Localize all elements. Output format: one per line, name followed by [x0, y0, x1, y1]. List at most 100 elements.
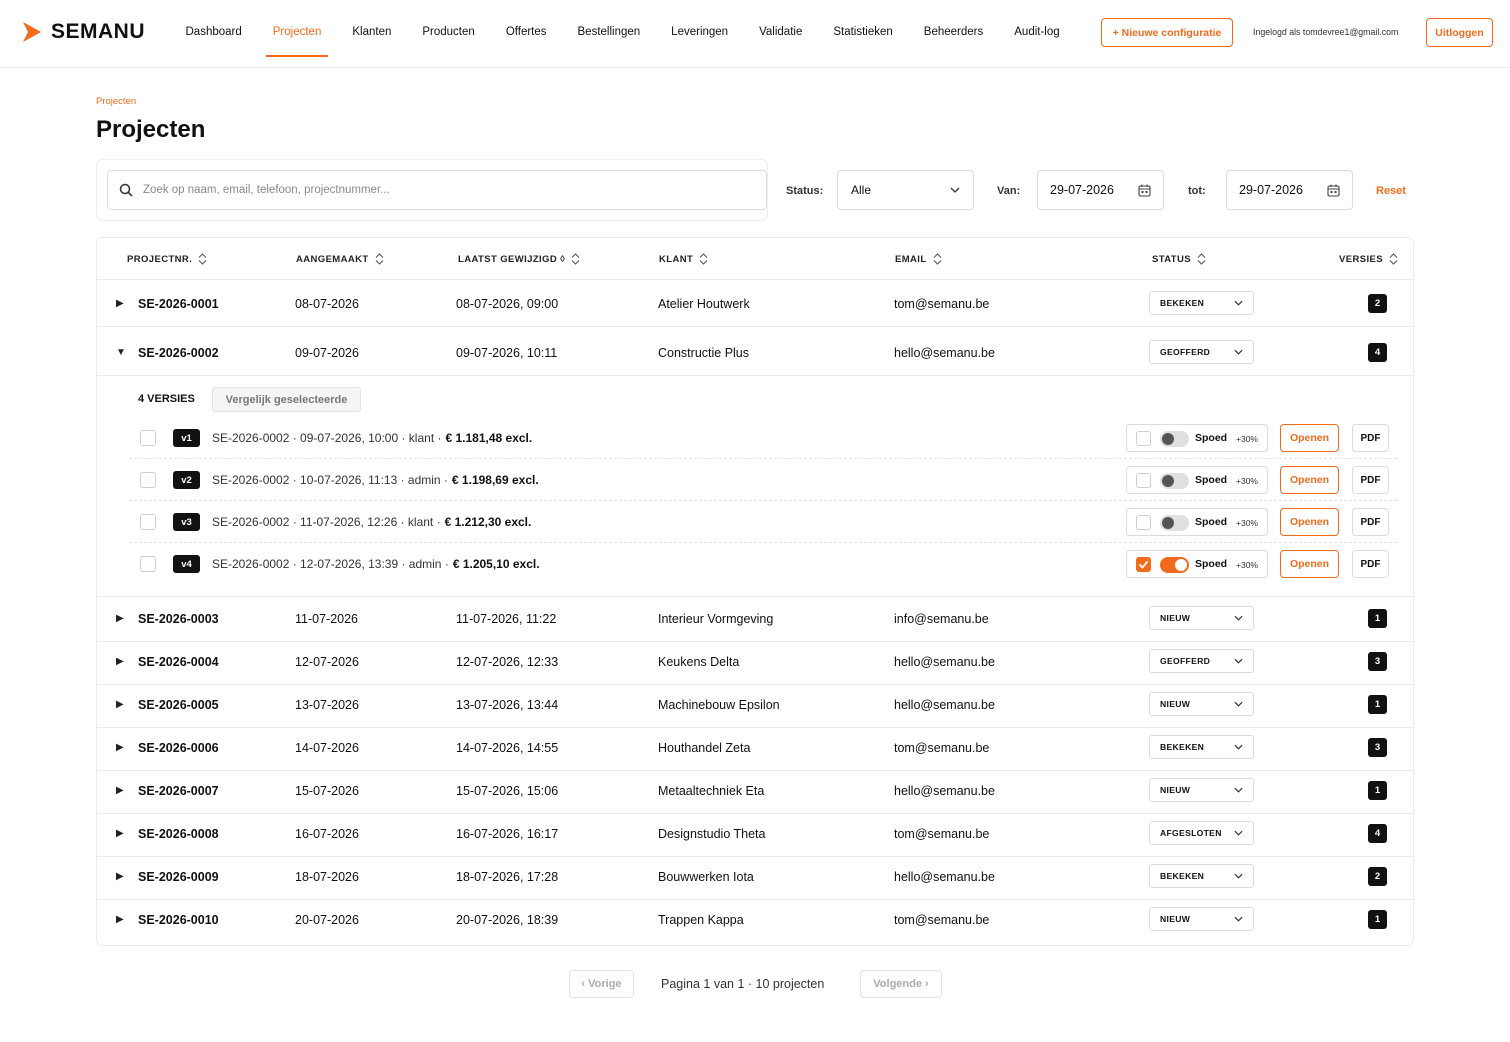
table-row[interactable]: ▶ SE-2026-0004 12-07-2026 12-07-2026, 12:33… [97, 640, 1413, 683]
spoed-toggle[interactable] [1160, 557, 1189, 573]
calendar-icon[interactable] [1138, 184, 1151, 197]
nav-item-bestellingen[interactable]: Bestellingen [562, 0, 656, 68]
table-row[interactable]: ▶ SE-2026-0001 08-07-2026 08-07-2026, 09:00… [97, 282, 1413, 325]
sort-icon[interactable] [198, 253, 207, 265]
brand-logo[interactable]: SEMANU [22, 20, 145, 44]
status-select[interactable]: GEOFFERD [1149, 340, 1254, 364]
table-row[interactable]: ▶ SE-2026-0009 18-07-2026 18-07-2026, 17:28… [97, 855, 1413, 898]
status-select[interactable]: NIEUW [1149, 692, 1254, 716]
project-number[interactable]: SE-2026-0008 [138, 812, 219, 855]
calendar-icon[interactable] [1327, 184, 1340, 197]
status-select[interactable]: NIEUW [1149, 606, 1254, 630]
from-date-input[interactable]: 29-07-2026 [1037, 170, 1164, 210]
nav-item-leveringen[interactable]: Leveringen [656, 0, 744, 68]
version-select-checkbox[interactable] [140, 472, 156, 488]
sort-icon[interactable] [571, 253, 580, 265]
nav-item-producten[interactable]: Producten [407, 0, 490, 68]
expand-caret-icon[interactable]: ▶ [116, 640, 124, 683]
logout-button[interactable]: Uitloggen [1426, 18, 1493, 47]
nav-item-projecten[interactable]: Projecten [257, 0, 337, 68]
th-last-modified[interactable]: LAATST GEWIJZIGD ◊ [458, 253, 580, 265]
th-status[interactable]: STATUS [1152, 253, 1206, 265]
th-project-number[interactable]: PROJECTNR. [127, 253, 207, 265]
collapse-caret-icon[interactable]: ▼ [116, 331, 126, 374]
project-number[interactable]: SE-2026-0007 [138, 769, 219, 812]
table-row[interactable]: ▶ SE-2026-0008 16-07-2026 16-07-2026, 16:17… [97, 812, 1413, 855]
version-select-checkbox[interactable] [140, 556, 156, 572]
nav-item-klanten[interactable]: Klanten [337, 0, 407, 68]
version-select-checkbox[interactable] [140, 514, 156, 530]
project-number[interactable]: SE-2026-0006 [138, 726, 219, 769]
table-row[interactable]: ▶ SE-2026-0003 11-07-2026 11-07-2026, 11:22… [97, 597, 1413, 640]
project-number[interactable]: SE-2026-0001 [138, 282, 219, 325]
expand-caret-icon[interactable]: ▶ [116, 683, 124, 726]
expand-caret-icon[interactable]: ▶ [116, 812, 124, 855]
th-created[interactable]: AANGEMAAKT [296, 253, 384, 265]
status-select[interactable]: NIEUW [1149, 778, 1254, 802]
sort-icon[interactable] [933, 253, 942, 265]
project-number[interactable]: SE-2026-0002 [138, 331, 219, 374]
table-row[interactable]: ▶ SE-2026-0010 20-07-2026 20-07-2026, 18:39… [97, 898, 1413, 941]
spoed-toggle[interactable] [1160, 431, 1189, 447]
sort-icon[interactable] [375, 253, 384, 265]
expand-caret-icon[interactable]: ▶ [116, 769, 124, 812]
expand-caret-icon[interactable]: ▶ [116, 855, 124, 898]
version-select-checkbox[interactable] [140, 430, 156, 446]
th-versions[interactable]: VERSIES [1339, 253, 1398, 265]
spoed-checkbox[interactable] [1136, 431, 1151, 446]
table-row[interactable]: ▶ SE-2026-0006 14-07-2026 14-07-2026, 14:55… [97, 726, 1413, 769]
open-version-button[interactable]: Openen [1280, 508, 1339, 536]
breadcrumb[interactable]: Projecten [96, 96, 136, 107]
status-filter-select[interactable]: Alle [837, 170, 974, 210]
th-email[interactable]: EMAIL [895, 253, 942, 265]
status-select[interactable]: BEKEKEN [1149, 864, 1254, 888]
spoed-toggle[interactable] [1160, 473, 1189, 489]
expand-caret-icon[interactable]: ▶ [116, 726, 124, 769]
project-number[interactable]: SE-2026-0005 [138, 683, 219, 726]
pdf-button[interactable]: PDF [1352, 550, 1389, 578]
sort-icon[interactable] [1389, 253, 1398, 265]
table-row[interactable]: ▶ SE-2026-0007 15-07-2026 15-07-2026, 15:06… [97, 769, 1413, 812]
new-configuration-button[interactable]: + Nieuwe configuratie [1101, 18, 1233, 47]
pdf-button[interactable]: PDF [1352, 508, 1389, 536]
nav-item-offertes[interactable]: Offertes [490, 0, 562, 68]
project-number[interactable]: SE-2026-0004 [138, 640, 219, 683]
nav-item-audit-log[interactable]: Audit-log [999, 0, 1075, 68]
nav-item-statistieken[interactable]: Statistieken [818, 0, 908, 68]
spoed-toggle[interactable] [1160, 515, 1189, 531]
spoed-checkbox[interactable] [1136, 473, 1151, 488]
to-date-input[interactable]: 29-07-2026 [1226, 170, 1353, 210]
open-version-button[interactable]: Openen [1280, 550, 1339, 578]
expand-caret-icon[interactable]: ▶ [116, 898, 124, 941]
table-row[interactable]: ▼ SE-2026-0002 09-07-2026 09-07-2026, 10:11… [97, 331, 1413, 374]
pdf-button[interactable]: PDF [1352, 424, 1389, 452]
sort-icon[interactable] [699, 253, 708, 265]
status-select[interactable]: GEOFFERD [1149, 649, 1254, 673]
spoed-checkbox[interactable] [1136, 557, 1151, 572]
pdf-button[interactable]: PDF [1352, 466, 1389, 494]
open-version-button[interactable]: Openen [1280, 466, 1339, 494]
nav-item-dashboard[interactable]: Dashboard [170, 0, 257, 68]
next-page-button[interactable]: Volgende › [860, 970, 942, 998]
expand-caret-icon[interactable]: ▶ [116, 597, 124, 640]
nav-item-beheerders[interactable]: Beheerders [908, 0, 998, 68]
previous-page-button[interactable]: ‹ Vorige [569, 970, 634, 998]
open-version-button[interactable]: Openen [1280, 424, 1339, 452]
compare-selected-button[interactable]: Vergelijk geselecteerde [212, 387, 361, 412]
project-number[interactable]: SE-2026-0003 [138, 597, 219, 640]
th-client[interactable]: KLANT [659, 253, 708, 265]
project-number[interactable]: SE-2026-0010 [138, 898, 219, 941]
expand-caret-icon[interactable]: ▶ [116, 282, 124, 325]
status-select[interactable]: NIEUW [1149, 907, 1254, 931]
reset-filters-link[interactable]: Reset [1376, 185, 1406, 197]
sort-icon[interactable] [1197, 253, 1206, 265]
search-input[interactable] [143, 184, 743, 196]
search-field[interactable] [107, 170, 767, 210]
status-select[interactable]: BEKEKEN [1149, 291, 1254, 315]
status-select[interactable]: BEKEKEN [1149, 735, 1254, 759]
project-number[interactable]: SE-2026-0009 [138, 855, 219, 898]
table-row[interactable]: ▶ SE-2026-0005 13-07-2026 13-07-2026, 13:44… [97, 683, 1413, 726]
status-select[interactable]: AFGESLOTEN [1149, 821, 1254, 845]
spoed-checkbox[interactable] [1136, 515, 1151, 530]
nav-item-validatie[interactable]: Validatie [744, 0, 818, 68]
